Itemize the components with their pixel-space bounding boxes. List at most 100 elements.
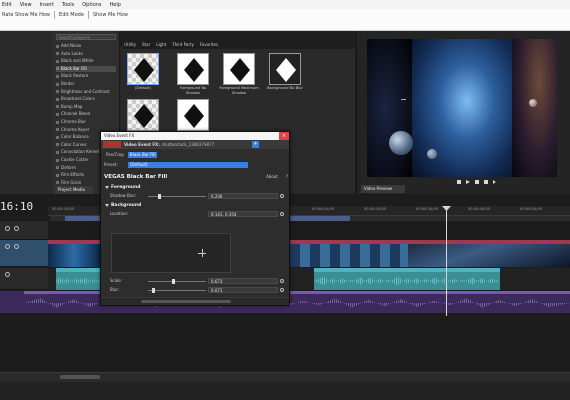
- loop-icon[interactable]: [457, 180, 461, 184]
- slider-knob[interactable]: [152, 287, 155, 293]
- blur-row: Blur: 0.071: [104, 286, 288, 294]
- shadow-blur-slider[interactable]: [148, 193, 206, 199]
- preset-thumbnail: [177, 99, 209, 131]
- plugin-list-item[interactable]: Broadcast Colors: [56, 96, 116, 102]
- scale-value[interactable]: 0.673: [208, 278, 278, 284]
- plugin-list-item[interactable]: Brightness and Contrast: [56, 89, 116, 95]
- tab-star[interactable]: Star: [140, 41, 152, 49]
- plugin-icon: [56, 173, 59, 177]
- video-event-fx-dialog: Video Event FX × Video Event FX: shutter…: [100, 131, 290, 306]
- tab-video-preview[interactable]: Video Preview: [361, 185, 405, 193]
- timeline-scrollbar[interactable]: [60, 375, 100, 379]
- plugin-list-item[interactable]: Black Restore: [56, 73, 116, 79]
- preset-tile[interactable]: (Default): [123, 53, 163, 99]
- toolbar-rate-button[interactable]: Rate Show Me How: [2, 12, 50, 18]
- dialog-title[interactable]: Video Event FX: [101, 132, 289, 140]
- plugin-list-item[interactable]: Chroma Blur: [56, 119, 116, 125]
- menu-insert[interactable]: Insert: [40, 2, 54, 8]
- shadow-blur-value[interactable]: 0.200: [208, 193, 278, 199]
- stop-icon[interactable]: [484, 180, 488, 184]
- foreground-section[interactable]: Foreground: [104, 184, 288, 191]
- preset-dropdown[interactable]: (Default): [128, 161, 248, 168]
- tab-light[interactable]: Light: [154, 41, 168, 49]
- tab-third-party[interactable]: Third Party: [170, 41, 196, 49]
- dialog-scrollbar[interactable]: [141, 300, 231, 303]
- plugin-list-item[interactable]: Border: [56, 81, 116, 87]
- tab-favorites[interactable]: Favorites: [198, 41, 220, 49]
- location-value[interactable]: 0.141, 0.354: [208, 211, 278, 217]
- mute-icon[interactable]: [5, 244, 10, 249]
- about-link[interactable]: About: [266, 174, 278, 179]
- scale-row: Scale: 0.673: [104, 277, 288, 285]
- track-header-audio[interactable]: [0, 268, 48, 290]
- plugin-icon: [56, 150, 59, 154]
- keyframe-icon[interactable]: [280, 212, 284, 216]
- video-clip[interactable]: [290, 240, 408, 267]
- plugin-list-item[interactable]: Black Bar Fill: [56, 65, 116, 72]
- toolbar-separator: [87, 10, 89, 19]
- background-section[interactable]: Background: [104, 202, 288, 209]
- preset-tile[interactable]: Foreground No Shadow: [173, 53, 213, 99]
- video-clip[interactable]: [48, 240, 100, 267]
- plugin-list-item[interactable]: Auto Looks: [56, 51, 116, 57]
- plugin-list-label: Bump Map: [61, 103, 83, 109]
- menu-edit[interactable]: Edit: [2, 2, 12, 8]
- scale-slider[interactable]: [148, 278, 206, 284]
- solo-icon[interactable]: [14, 226, 19, 231]
- preset-caption: (Default): [135, 86, 151, 90]
- mute-icon[interactable]: [5, 272, 10, 277]
- help-button[interactable]: ?: [286, 174, 288, 179]
- keyframe-icon[interactable]: [280, 279, 284, 283]
- audio-clip[interactable]: [56, 268, 100, 290]
- fx-chain-bar: Video Event FX: shutterstock_1386379877 …: [101, 140, 289, 149]
- playhead[interactable]: [446, 206, 447, 316]
- slider-knob[interactable]: [158, 193, 161, 199]
- slider-knob[interactable]: [172, 278, 175, 284]
- tab-project-media[interactable]: Project Media: [55, 186, 93, 194]
- toolbar-show-me-how-button[interactable]: Show Me How: [93, 12, 128, 18]
- plugin-list-label: Add Noise: [61, 43, 82, 48]
- toolbar-edit-mode-button[interactable]: Edit Mode: [59, 12, 84, 18]
- preset-tile[interactable]: Foreground Maximum Shadow: [219, 53, 259, 99]
- add-fx-button[interactable]: +: [252, 141, 259, 148]
- plugin-list-item[interactable]: Channel Blend: [56, 111, 116, 117]
- close-button[interactable]: ×: [279, 132, 289, 140]
- menu-view[interactable]: View: [20, 2, 32, 8]
- chevron-down-icon: [105, 204, 109, 207]
- keyframe-icon[interactable]: [280, 288, 284, 292]
- video-clip[interactable]: [408, 240, 570, 267]
- preset-thumbnail: [223, 53, 255, 85]
- menu-tools[interactable]: Tools: [62, 2, 74, 8]
- blur-value[interactable]: 0.071: [208, 287, 278, 293]
- blur-slider[interactable]: [148, 287, 206, 293]
- shadow-blur-row: Shadow Blur: 0.200: [104, 192, 288, 200]
- fx-chain-plugins: Pan/Crop Black Bar Fill: [101, 150, 289, 159]
- location-picker[interactable]: [111, 233, 231, 273]
- planet-medium: [427, 149, 437, 159]
- mute-icon[interactable]: [5, 226, 10, 231]
- track-header-video-2[interactable]: [0, 240, 48, 267]
- plugin-search-input[interactable]: Search plug-ins: [56, 34, 116, 40]
- pan-crop-button[interactable]: Pan/Crop: [104, 152, 126, 158]
- plugin-list-item[interactable]: Bump Map: [56, 104, 116, 110]
- menu-options[interactable]: Options: [82, 2, 101, 8]
- plugin-list-label: Chroma Keyer: [61, 126, 90, 132]
- ruler-tick-label: 00:03:20;00: [52, 207, 74, 211]
- play-icon[interactable]: [466, 180, 470, 184]
- black-bar-fill-chip[interactable]: Black Bar Fill: [127, 151, 158, 158]
- solo-icon[interactable]: [14, 244, 19, 249]
- tab-utility[interactable]: Utility: [122, 41, 138, 49]
- preview-left-frame: [367, 39, 412, 177]
- pause-icon[interactable]: [475, 180, 479, 184]
- plugin-list-item[interactable]: Black and White: [56, 58, 116, 64]
- audio-clip[interactable]: [314, 268, 500, 290]
- keyframe-icon[interactable]: [280, 194, 284, 198]
- plugin-list-item[interactable]: Add Noise: [56, 43, 116, 49]
- next-frame-icon[interactable]: [493, 180, 496, 184]
- menu-help[interactable]: Help: [110, 2, 121, 8]
- toolbar-separator: [54, 10, 56, 19]
- plugin-icon: [56, 74, 59, 78]
- preset-tile[interactable]: Background No Blur: [265, 53, 305, 99]
- ruler-tick-label: 00:04:20;00: [364, 207, 386, 211]
- track-header-video[interactable]: [0, 221, 48, 240]
